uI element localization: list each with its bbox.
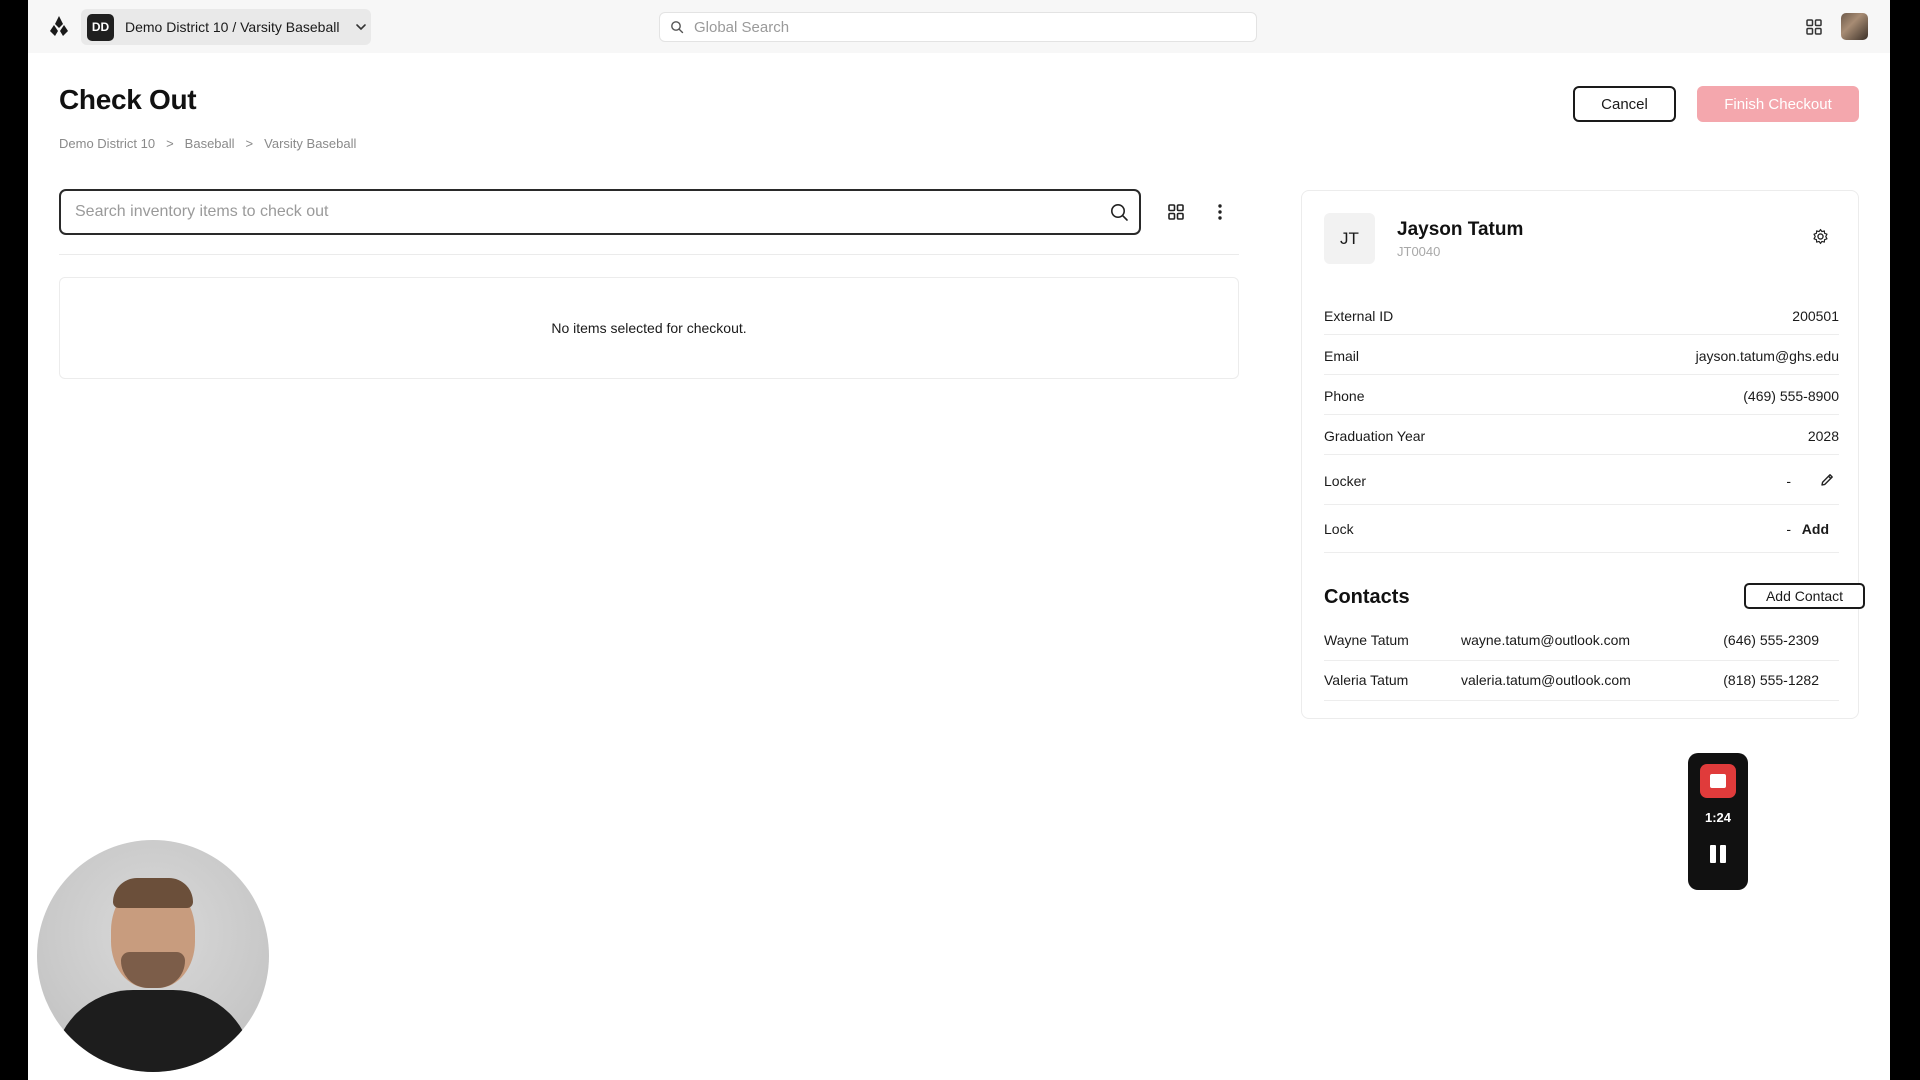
field-value: 2028 (1807, 428, 1839, 444)
field-value: 200501 (1792, 308, 1839, 324)
checkout-items-empty-state: No items selected for checkout. (59, 277, 1239, 379)
org-badge: DD (87, 13, 114, 41)
contact-row[interactable]: Wayne Tatum wayne.tatum@outlook.com (646… (1324, 621, 1839, 661)
contact-name: Wayne Tatum (1324, 632, 1409, 648)
field-label: Locker (1324, 473, 1367, 489)
field-value: - (1786, 473, 1791, 489)
chevron-down-icon (356, 24, 367, 31)
cancel-button[interactable]: Cancel (1573, 86, 1676, 122)
field-value: jayson.tatum@ghs.edu (1695, 348, 1839, 364)
webcam-person-body (53, 990, 253, 1072)
contact-phone: (818) 555-1282 (1723, 672, 1819, 688)
breadcrumb-item-team[interactable]: Varsity Baseball (264, 136, 356, 151)
webcam-bubble[interactable] (37, 840, 269, 1072)
inventory-search[interactable] (59, 189, 1141, 235)
search-icon[interactable] (1109, 202, 1129, 222)
add-contact-button[interactable]: Add Contact (1744, 583, 1865, 609)
field-row-email: Email jayson.tatum@ghs.edu (1324, 337, 1839, 375)
contact-email: wayne.tatum@outlook.com (1461, 632, 1631, 648)
webcam-person-hair (113, 878, 193, 908)
pause-icon[interactable] (1710, 845, 1726, 863)
breadcrumb-separator: > (166, 136, 174, 151)
contact-name: Valeria Tatum (1324, 672, 1409, 688)
contacts-heading: Contacts (1324, 586, 1410, 608)
breadcrumb: Demo District 10 > Baseball > Varsity Ba… (59, 136, 356, 151)
field-row-lock: Lock - Add (1324, 505, 1839, 553)
field-label: Graduation Year (1324, 428, 1426, 444)
contact-email: valeria.tatum@outlook.com (1461, 672, 1631, 688)
breadcrumb-separator: > (245, 136, 254, 151)
app-logo-icon[interactable] (48, 15, 70, 37)
breadcrumb-item-sport[interactable]: Baseball (185, 136, 235, 151)
page-title: Check Out (59, 84, 197, 115)
field-label: Email (1324, 348, 1360, 364)
contact-phone: (646) 555-2309 (1723, 632, 1819, 648)
field-label: Phone (1324, 388, 1365, 404)
athlete-code: JT0040 (1397, 244, 1441, 259)
field-value: (469) 555-8900 (1743, 388, 1839, 404)
avatar: JT (1324, 213, 1375, 264)
athlete-name: Jayson Tatum (1397, 219, 1524, 240)
add-lock-button[interactable]: Add (1802, 521, 1829, 537)
app-window: DD Demo District 10 / Varsity Baseball C… (28, 0, 1890, 1080)
org-name: Demo District 10 / Varsity Baseball (125, 19, 340, 35)
field-row-external-id: External ID 200501 (1324, 297, 1839, 335)
divider (59, 254, 1239, 255)
field-row-locker: Locker - (1324, 457, 1839, 505)
screen-recorder-widget: 1:24 (1688, 753, 1748, 890)
contact-row[interactable]: Valeria Tatum valeria.tatum@outlook.com … (1324, 661, 1839, 701)
finish-checkout-button[interactable]: Finish Checkout (1697, 86, 1859, 122)
user-avatar[interactable] (1841, 13, 1868, 40)
apps-grid-icon[interactable] (1805, 18, 1823, 36)
global-search[interactable] (659, 12, 1257, 42)
breadcrumb-item-district[interactable]: Demo District 10 (59, 136, 155, 151)
search-icon (671, 21, 684, 34)
field-row-graduation-year: Graduation Year 2028 (1324, 417, 1839, 455)
edit-pencil-icon[interactable] (1819, 472, 1835, 488)
grid-view-icon[interactable] (1167, 203, 1185, 221)
org-switcher[interactable]: DD Demo District 10 / Varsity Baseball (81, 9, 371, 45)
field-label: External ID (1324, 308, 1394, 324)
global-search-input[interactable] (692, 17, 1236, 37)
recording-timer: 1:24 (1704, 810, 1732, 825)
gear-icon[interactable] (1812, 228, 1829, 245)
field-label: Lock (1324, 521, 1354, 537)
athlete-profile-card: JT Jayson Tatum JT0040 External ID 20050… (1301, 190, 1865, 719)
top-bar: DD Demo District 10 / Varsity Baseball (28, 0, 1890, 53)
inventory-search-input[interactable] (73, 202, 1087, 222)
more-options-icon[interactable] (1217, 202, 1223, 222)
field-value: - (1786, 521, 1791, 537)
empty-state-message: No items selected for checkout. (551, 320, 747, 336)
field-row-phone: Phone (469) 555-8900 (1324, 377, 1839, 415)
stop-recording-icon[interactable] (1700, 764, 1736, 798)
